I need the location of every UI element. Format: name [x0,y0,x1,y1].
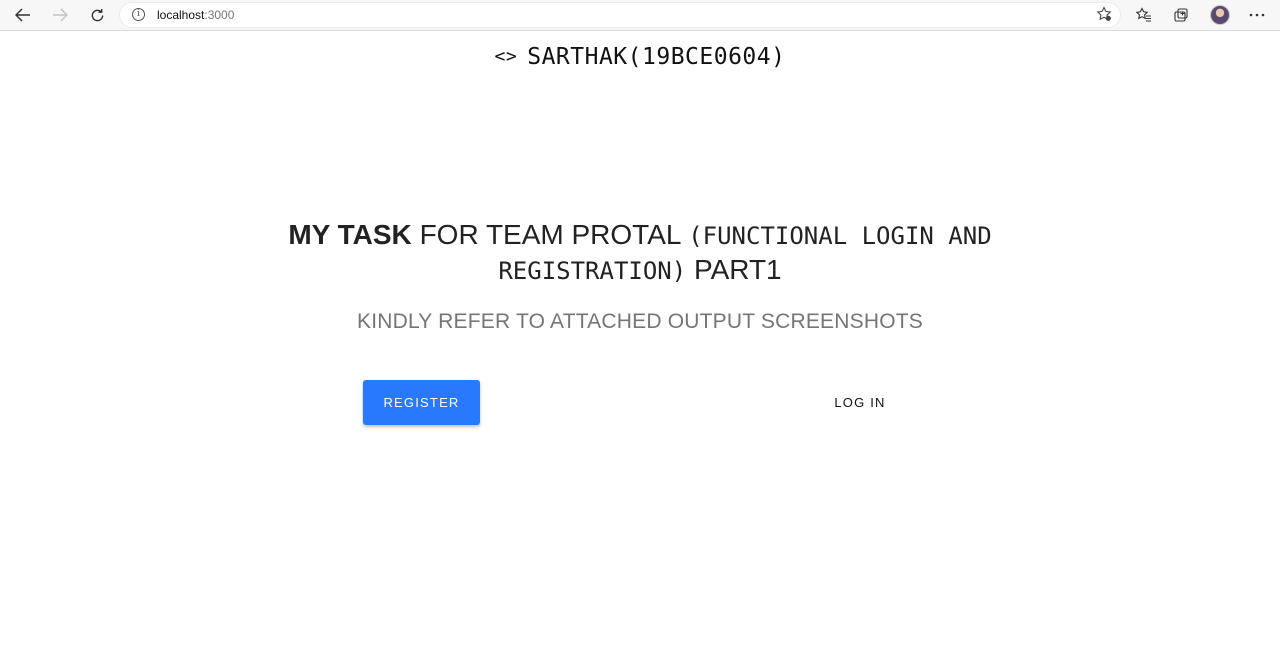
more-menu-icon[interactable] [1245,4,1269,26]
refresh-icon[interactable] [85,4,109,26]
register-button[interactable]: REGISTER [363,380,480,425]
hero-title: MY TASK FOR TEAM PROTAL (FUNCTIONAL LOGI… [240,218,1040,288]
site-header: <> SARTHAK(19BCE0604) [0,44,1280,70]
code-icon: <> [494,46,518,67]
back-arrow-icon[interactable] [11,4,35,26]
hero-title-normal: FOR TEAM PROTAL [419,219,681,250]
address-bar[interactable]: i localhost:3000 [119,2,1121,28]
favorites-icon[interactable] [1132,4,1156,26]
site-info-icon[interactable]: i [132,8,145,21]
forward-arrow-icon[interactable] [48,4,72,26]
add-favorite-icon[interactable] [1096,6,1112,26]
hero-subtitle: KINDLY REFER TO ATTACHED OUTPUT SCREENSH… [357,310,923,333]
login-button[interactable]: LOG IN [810,380,910,425]
hero-section: MY TASK FOR TEAM PROTAL (FUNCTIONAL LOGI… [240,218,1040,334]
collections-icon[interactable] [1169,4,1193,26]
browser-toolbar: i localhost:3000 [0,0,1280,31]
site-title: SARTHAK(19BCE0604) [527,44,786,70]
url-port: :3000 [204,8,235,22]
hero-title-suffix: PART1 [693,254,782,285]
hero-title-strong: MY TASK [288,219,412,250]
url-host: localhost [157,8,205,22]
url-text[interactable]: localhost:3000 [157,8,234,22]
profile-avatar[interactable] [1210,5,1230,25]
